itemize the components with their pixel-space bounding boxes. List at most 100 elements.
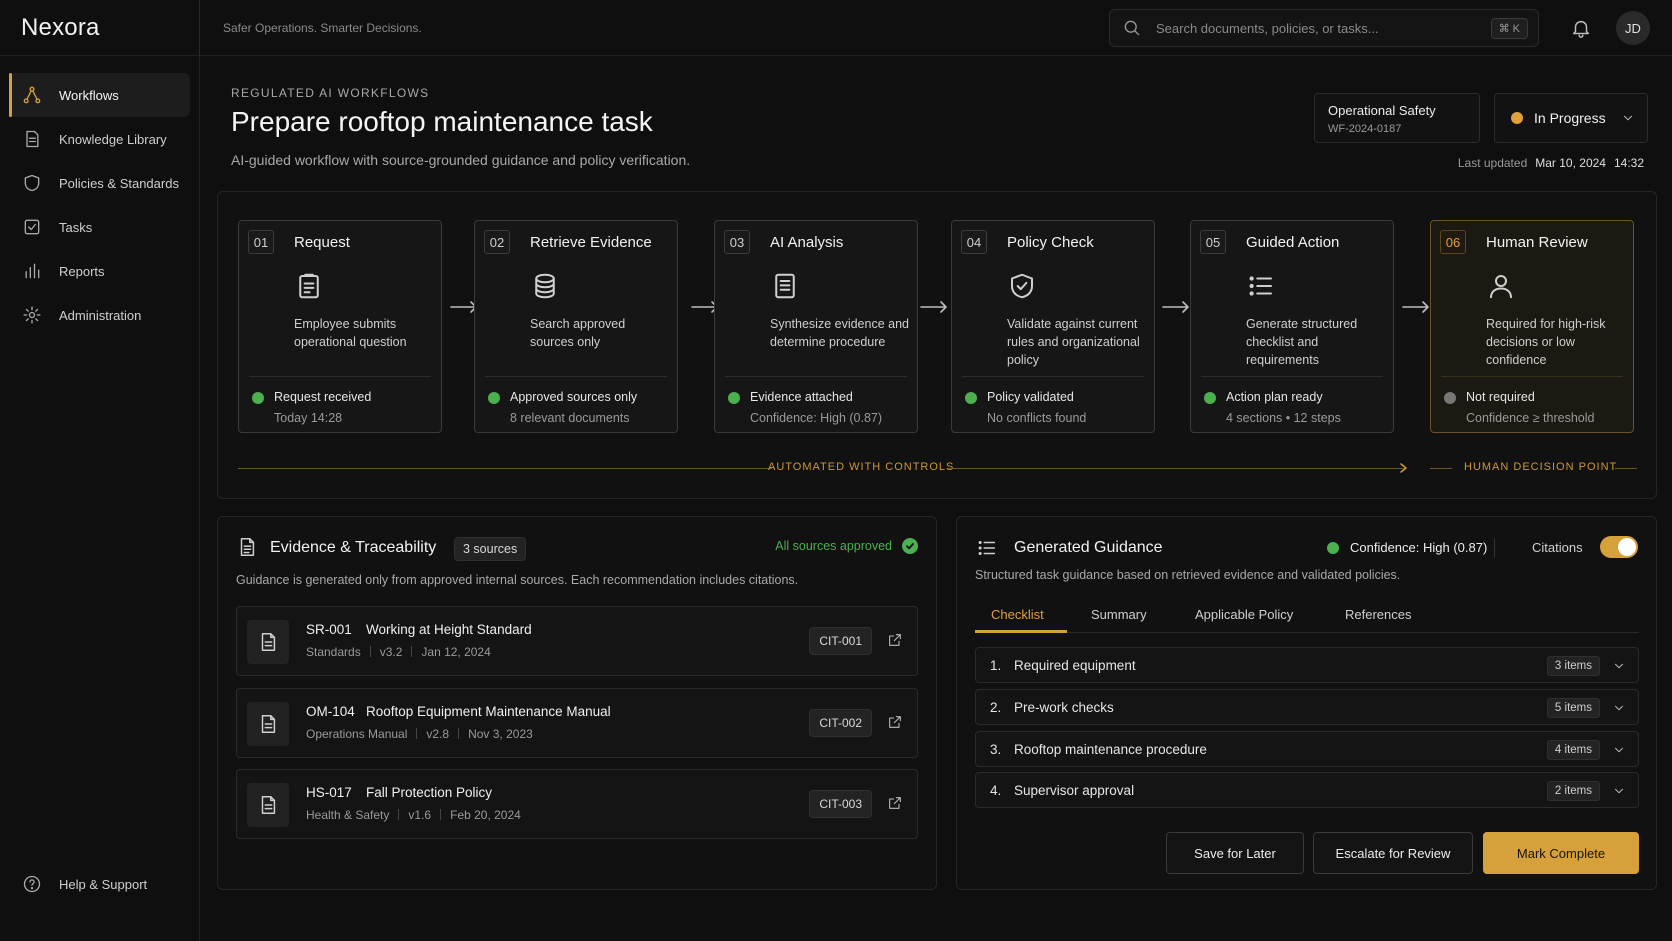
source-version: v1.6: [389, 808, 431, 822]
section-number: 3.: [990, 742, 1002, 757]
sidebar-item-workflows[interactable]: Workflows: [9, 73, 190, 117]
escalate-button[interactable]: Escalate for Review: [1313, 832, 1473, 874]
source-name: Fall Protection Policy: [366, 785, 493, 800]
section-title: Rooftop maintenance procedure: [1014, 742, 1207, 757]
external-link-icon[interactable]: [887, 632, 903, 648]
checklist-section[interactable]: 3. Rooftop maintenance procedure 4 items: [975, 731, 1639, 767]
toggle-knob: [1618, 538, 1636, 556]
status-label: In Progress: [1534, 110, 1606, 126]
tab-applicable-policy[interactable]: Applicable Policy: [1195, 607, 1293, 622]
chevron-down-icon: [1624, 115, 1632, 121]
status-dot: [1204, 392, 1216, 404]
help-icon: [23, 875, 41, 893]
pipeline-step-human-review[interactable]: 06 Human Review Required for high-risk d…: [1430, 220, 1634, 433]
sources-approved-status: All sources approved: [775, 538, 918, 554]
source-category: Standards: [306, 645, 361, 659]
pipeline-step-ai-analysis[interactable]: 03 AI Analysis Synthesize evidence and d…: [714, 220, 918, 433]
step-number: 06: [1440, 230, 1466, 254]
checklist-section[interactable]: 2. Pre-work checks 5 items: [975, 689, 1639, 725]
workflow-pipeline: 01 Request Employee submits operational …: [217, 191, 1657, 499]
help-support-link[interactable]: Help & Support: [22, 874, 147, 894]
pipeline-step-policy-check[interactable]: 04 Policy Check Validate against current…: [951, 220, 1155, 433]
section-title: Supervisor approval: [1014, 783, 1135, 798]
human-decision-label: HUMAN DECISION POINT: [1464, 461, 1618, 473]
sidebar: Workflows Knowledge Library Policies & S…: [0, 56, 200, 941]
search-input[interactable]: Search documents, policies, or tasks... …: [1109, 9, 1539, 47]
divider: [1494, 538, 1495, 558]
sidebar-item-label: Workflows: [59, 87, 119, 103]
mark-complete-button[interactable]: Mark Complete: [1483, 832, 1639, 874]
external-link-icon[interactable]: [887, 795, 903, 811]
bell-icon[interactable]: [1570, 17, 1592, 39]
tab-summary[interactable]: Summary: [1091, 607, 1147, 622]
source-meta: Operations Manual v2.8 Nov 3, 2023: [306, 727, 533, 741]
step-title: Human Review: [1486, 234, 1588, 251]
guidance-title: Generated Guidance: [1014, 539, 1163, 556]
sources-count-badge: 3 sources: [454, 537, 527, 561]
list-icon: [1249, 276, 1272, 296]
section-title: Pre-work checks: [1014, 700, 1114, 715]
tab-references[interactable]: References: [1345, 607, 1411, 622]
checklist-section[interactable]: 4. Supervisor approval 2 items: [975, 772, 1639, 808]
save-for-later-button[interactable]: Save for Later: [1166, 832, 1304, 874]
status-dot: [965, 392, 977, 404]
citation-badge[interactable]: CIT-003: [809, 790, 872, 818]
step-detail: 4 sections • 12 steps: [1226, 411, 1341, 425]
updated-label: Last updated: [1457, 156, 1528, 170]
evidence-title: Evidence & Traceability: [270, 539, 437, 556]
citations-label: Citations: [1532, 540, 1583, 555]
citation-badge[interactable]: CIT-002: [809, 709, 872, 737]
source-item[interactable]: SR-001 Working at Height Standard Standa…: [236, 606, 918, 676]
source-id: SR-001: [306, 622, 352, 637]
tab-checklist[interactable]: Checklist: [991, 607, 1044, 622]
step-title: Request: [294, 234, 350, 251]
search-icon: [1124, 20, 1140, 36]
pipeline-step-request[interactable]: 01 Request Employee submits operational …: [238, 220, 442, 433]
sidebar-item-administration[interactable]: Administration: [9, 293, 190, 337]
checklist-section[interactable]: 1. Required equipment 3 items: [975, 647, 1639, 683]
status-dot: [1444, 392, 1456, 404]
sidebar-item-label: Tasks: [59, 219, 93, 235]
step-status: Evidence attached: [750, 390, 853, 404]
section-number: 2.: [990, 700, 1002, 715]
human-line: [1430, 468, 1452, 469]
avatar[interactable]: JD: [1616, 11, 1650, 45]
step-description: Employee submits operational question: [294, 317, 407, 349]
step-title: Retrieve Evidence: [530, 234, 652, 251]
pipeline-step-retrieve-evidence[interactable]: 02 Retrieve Evidence Search approved sou…: [474, 220, 678, 433]
guidance-subtitle: Structured task guidance based on retrie…: [975, 568, 1401, 582]
source-category: Operations Manual: [306, 727, 408, 741]
step-divider: [962, 376, 1144, 377]
source-date: Nov 3, 2023: [449, 727, 533, 741]
step-description: Generate structured checklist and requir…: [1246, 317, 1358, 367]
external-link-icon[interactable]: [887, 714, 903, 730]
confidence-label: Confidence: High (0.87): [1350, 540, 1488, 555]
citations-toggle[interactable]: [1600, 536, 1638, 558]
source-version: v3.2: [361, 645, 403, 659]
source-item[interactable]: OM-104 Rooftop Equipment Maintenance Man…: [236, 688, 918, 758]
sidebar-item-knowledge-library[interactable]: Knowledge Library: [9, 117, 190, 161]
workflow-icon: [23, 86, 41, 104]
chevron-down-icon: [1615, 663, 1623, 669]
brand-logo[interactable]: Nexora: [0, 0, 200, 56]
sidebar-item-tasks[interactable]: Tasks: [9, 205, 190, 249]
source-date: Feb 20, 2024: [431, 808, 521, 822]
evidence-subtitle: Guidance is generated only from approved…: [236, 573, 799, 587]
shield-check-icon: [1011, 273, 1033, 299]
approved-label: All sources approved: [775, 539, 892, 553]
step-detail: Today 14:28: [274, 411, 343, 425]
sidebar-item-reports[interactable]: Reports: [9, 249, 190, 293]
source-name: Rooftop Equipment Maintenance Manual: [366, 704, 611, 719]
section-number: 4.: [990, 783, 1002, 798]
citation-badge[interactable]: CIT-001: [809, 627, 872, 655]
status-dropdown[interactable]: In Progress: [1494, 93, 1648, 143]
pipeline-step-guided-action[interactable]: 05 Guided Action Generate structured che…: [1190, 220, 1394, 433]
workflow-info: Operational Safety WF-2024-0187: [1314, 93, 1480, 143]
source-item[interactable]: HS-017 Fall Protection Policy Health & S…: [236, 769, 918, 839]
sidebar-item-policies[interactable]: Policies & Standards: [9, 161, 190, 205]
source-id: OM-104: [306, 704, 355, 719]
database-icon: [535, 273, 555, 299]
sidebar-item-label: Policies & Standards: [59, 175, 179, 191]
bar-chart-icon: [25, 263, 40, 279]
step-number: 02: [484, 230, 510, 254]
